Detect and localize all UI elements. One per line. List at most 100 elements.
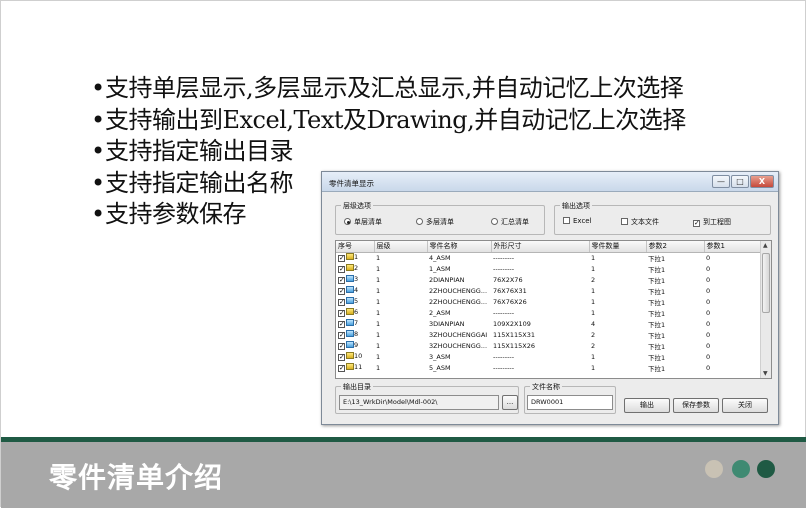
row-checkbox[interactable]: ✓	[338, 255, 345, 263]
cell-level: 1	[376, 352, 381, 361]
close-button[interactable]: 关闭	[722, 398, 768, 413]
row-checkbox[interactable]: ✓	[338, 299, 345, 306]
radio-label: 多层清单	[426, 218, 454, 226]
output-dir-field[interactable]: E:\13_WrkDir\Model\Mdl-002\	[339, 395, 499, 410]
cell-qty: 2	[591, 330, 596, 339]
radio-multi-level[interactable]: 多层清单	[416, 217, 454, 227]
column-header[interactable]: 零件名称	[427, 241, 492, 253]
table-row[interactable]: ✓ 3 1 2DIANPIAN 76X2X76 2 下拉1 0	[336, 274, 761, 285]
radio-indicator[interactable]	[344, 218, 351, 225]
minimize-icon[interactable]: —	[712, 175, 730, 188]
dialog-titlebar[interactable]: 零件清单显示 — □ X	[322, 172, 778, 192]
cell-p1: 0	[706, 319, 711, 328]
column-header[interactable]: 层级	[374, 241, 428, 253]
level-options-group: 层级选项 单层清单 多层清单 汇总清单	[335, 201, 545, 235]
row-checkbox[interactable]: ✓	[338, 266, 345, 273]
table-row[interactable]: ✓ 7 1 3DIANPIAN 109X2X109 4 下拉1 0	[336, 318, 761, 329]
table-row[interactable]: ✓ 2 1 1_ASM --------- 1 下拉1 0	[336, 263, 761, 274]
table-row[interactable]: ✓ 11 1 5_ASM --------- 1 下拉1 0	[336, 362, 761, 373]
cell-size: 76X76X31	[493, 286, 527, 295]
cell-size: 76X2X76	[493, 275, 523, 284]
seq-number: 7	[354, 319, 359, 327]
cell-p2[interactable]: 下拉1	[646, 296, 704, 307]
cell-p2[interactable]: 下拉1	[646, 340, 704, 351]
table-row[interactable]: ✓ 6 1 2_ASM --------- 1 下拉1 0	[336, 307, 761, 318]
cell-qty: 4	[591, 319, 596, 328]
scroll-down-icon[interactable]: ▼	[763, 370, 768, 377]
cell-p2[interactable]: 下拉1	[646, 263, 704, 274]
column-header[interactable]: 零件数量	[589, 241, 647, 253]
cell-p2[interactable]: 下拉1	[646, 329, 704, 340]
row-checkbox[interactable]: ✓	[338, 288, 345, 295]
checkbox-box[interactable]	[621, 218, 628, 225]
bullet-dot: •	[91, 200, 105, 228]
column-header[interactable]: 序号	[336, 241, 375, 253]
cell-p2[interactable]: 下拉1	[646, 252, 704, 263]
table-row[interactable]: ✓ 9 1 3ZHOUCHENGG... 115X115X26 2 下拉1 0	[336, 340, 761, 351]
row-checkbox[interactable]: ✓	[338, 321, 345, 328]
cell-size: 115X115X31	[493, 330, 535, 339]
part-icon	[346, 319, 354, 326]
cell-size: ---------	[493, 363, 515, 372]
row-checkbox[interactable]: ✓	[338, 365, 345, 372]
radio-label: 汇总清单	[501, 218, 529, 226]
slide: •支持单层显示,多层显示及汇总显示,并自动记忆上次选择 •支持输出到Excel,T…	[0, 0, 806, 508]
table-row[interactable]: ✓ 1 1 4_ASM --------- 1 下拉1 0	[336, 252, 761, 263]
scroll-up-icon[interactable]: ▲	[763, 242, 768, 249]
cell-level: 1	[376, 330, 381, 339]
save-params-button[interactable]: 保存参数	[673, 398, 719, 413]
cell-p2[interactable]: 下拉1	[646, 318, 704, 329]
radio-single-level[interactable]: 单层清单	[344, 217, 382, 227]
nav-dot-1	[705, 460, 723, 478]
cell-p2[interactable]: 下拉1	[646, 274, 704, 285]
seq-number: 6	[354, 308, 359, 316]
radio-summary[interactable]: 汇总清单	[491, 217, 529, 227]
seq-number: 2	[354, 264, 359, 272]
table-scrollbar[interactable]: ▲ ▼	[760, 241, 771, 378]
output-button[interactable]: 输出	[624, 398, 670, 413]
maximize-icon[interactable]: □	[731, 175, 749, 188]
cell-p2[interactable]: 下拉1	[646, 351, 704, 362]
cell-p1: 0	[706, 297, 711, 306]
column-header[interactable]: 参数1	[704, 241, 762, 253]
checkbox-box[interactable]	[563, 217, 570, 224]
checkbox-text-file[interactable]: 文本文件	[621, 217, 659, 227]
checkbox-excel[interactable]: Excel	[563, 217, 592, 225]
table-row[interactable]: ✓ 4 1 2ZHOUCHENGG... 76X76X31 1 下拉1 0	[336, 285, 761, 296]
table-row[interactable]: ✓ 10 1 3_ASM --------- 1 下拉1 0	[336, 351, 761, 362]
row-checkbox[interactable]: ✓	[338, 354, 345, 361]
cell-size: ---------	[493, 264, 515, 273]
scrollbar-thumb[interactable]	[762, 253, 770, 313]
column-header[interactable]: 参数2	[646, 241, 705, 253]
level-options-label: 层级选项	[341, 201, 373, 211]
seq-number: 4	[354, 286, 359, 294]
browse-button[interactable]: ...	[502, 395, 518, 410]
row-checkbox[interactable]: ✓	[338, 332, 345, 339]
seq-cell: ✓ 2	[336, 263, 374, 274]
row-checkbox[interactable]: ✓	[338, 343, 345, 350]
table-row[interactable]: ✓ 8 1 3ZHOUCHENGGAI 115X115X31 2 下拉1 0	[336, 329, 761, 340]
cell-p1: 0	[706, 308, 711, 317]
checkbox-box[interactable]: ✓	[693, 220, 700, 227]
cell-p2[interactable]: 下拉1	[646, 307, 704, 318]
file-name-input[interactable]: DRW0001	[527, 395, 613, 410]
cell-name: 5_ASM	[429, 363, 451, 372]
cell-size: 115X115X26	[493, 341, 535, 350]
table-header-row: 序号 层级 零件名称 外形尺寸 零件数量 参数2 参数1	[336, 241, 762, 253]
column-header[interactable]: 外形尺寸	[491, 241, 590, 253]
seq-number: 8	[354, 330, 359, 338]
table-row[interactable]: ✓ 5 1 2ZHOUCHENGG... 76X76X26 1 下拉1 0	[336, 296, 761, 307]
checkbox-drawing[interactable]: ✓ 到工程图	[693, 217, 731, 227]
cell-p1: 0	[706, 264, 711, 273]
close-icon[interactable]: X	[750, 175, 774, 188]
cell-level: 1	[376, 319, 381, 328]
cell-level: 1	[376, 363, 381, 372]
cell-level: 1	[376, 286, 381, 295]
row-checkbox[interactable]: ✓	[338, 310, 345, 317]
radio-indicator[interactable]	[491, 218, 498, 225]
radio-indicator[interactable]	[416, 218, 423, 225]
row-checkbox[interactable]: ✓	[338, 277, 345, 284]
cell-name: 4_ASM	[429, 253, 451, 262]
cell-p2[interactable]: 下拉1	[646, 362, 704, 373]
cell-p2[interactable]: 下拉1	[646, 285, 704, 296]
